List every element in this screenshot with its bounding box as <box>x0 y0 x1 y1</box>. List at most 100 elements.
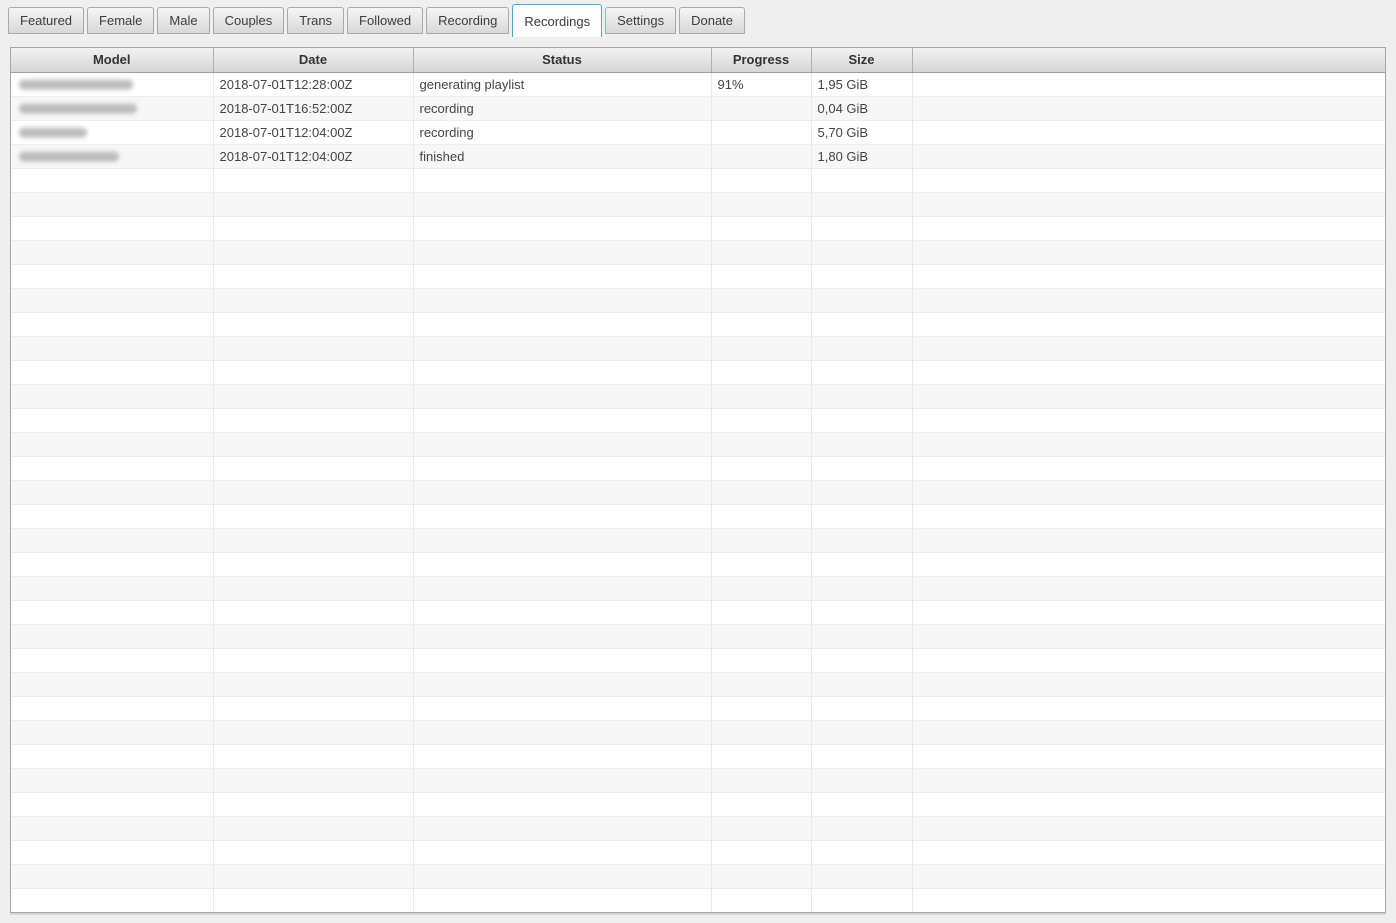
cell-empty <box>213 864 413 888</box>
cell-empty <box>711 192 811 216</box>
cell-progress <box>711 120 811 144</box>
cell-empty <box>213 240 413 264</box>
tab-couples[interactable]: Couples <box>213 7 285 34</box>
cell-empty <box>912 672 1385 696</box>
cell-empty <box>11 240 213 264</box>
cell-empty <box>11 456 213 480</box>
cell-empty <box>11 504 213 528</box>
cell-empty <box>811 168 912 192</box>
cell-empty <box>213 480 413 504</box>
cell-empty <box>11 360 213 384</box>
cell-empty <box>413 312 711 336</box>
cell-empty <box>912 864 1385 888</box>
cell-empty <box>912 192 1385 216</box>
table-row[interactable]: 2018-07-01T16:52:00Zrecording0,04 GiB <box>11 96 1385 120</box>
cell-empty <box>811 720 912 744</box>
cell-empty <box>912 288 1385 312</box>
cell-empty <box>213 768 413 792</box>
tab-trans[interactable]: Trans <box>287 7 344 34</box>
table-row-empty <box>11 552 1385 576</box>
cell-empty <box>413 384 711 408</box>
cell-empty <box>413 480 711 504</box>
cell-empty <box>213 264 413 288</box>
cell-empty <box>711 432 811 456</box>
cell-empty <box>711 240 811 264</box>
table-row[interactable]: 2018-07-01T12:04:00Zfinished1,80 GiB <box>11 144 1385 168</box>
cell-size: 1,80 GiB <box>811 144 912 168</box>
cell-empty <box>213 336 413 360</box>
cell-progress <box>711 96 811 120</box>
redacted-model-name <box>19 103 137 114</box>
cell-empty <box>213 696 413 720</box>
cell-empty <box>213 456 413 480</box>
cell-empty <box>711 600 811 624</box>
tab-recordings[interactable]: Recordings <box>512 4 602 37</box>
cell-empty <box>912 768 1385 792</box>
cell-empty <box>811 624 912 648</box>
cell-empty <box>811 408 912 432</box>
table-row-empty <box>11 216 1385 240</box>
cell-empty <box>213 624 413 648</box>
cell-empty <box>11 168 213 192</box>
cell-empty <box>912 528 1385 552</box>
cell-empty <box>711 672 811 696</box>
tab-label: Recordings <box>524 14 590 29</box>
column-header-status[interactable]: Status <box>413 48 711 72</box>
cell-size: 0,04 GiB <box>811 96 912 120</box>
cell-empty <box>213 816 413 840</box>
column-header-size[interactable]: Size <box>811 48 912 72</box>
cell-empty <box>213 192 413 216</box>
cell-empty <box>912 408 1385 432</box>
cell-empty <box>213 720 413 744</box>
table-row-empty <box>11 240 1385 264</box>
tab-female[interactable]: Female <box>87 7 154 34</box>
table-row[interactable]: 2018-07-01T12:28:00Zgenerating playlist9… <box>11 72 1385 96</box>
cell-empty <box>213 360 413 384</box>
cell-empty <box>711 816 811 840</box>
table-row-empty <box>11 816 1385 840</box>
cell-empty <box>811 336 912 360</box>
cell-empty <box>213 576 413 600</box>
cell-empty <box>413 408 711 432</box>
column-header-model[interactable]: Model <box>11 48 213 72</box>
cell-empty <box>11 336 213 360</box>
cell-empty <box>811 456 912 480</box>
tab-settings[interactable]: Settings <box>605 7 676 34</box>
cell-empty <box>11 216 213 240</box>
cell-empty <box>711 552 811 576</box>
cell-empty <box>413 576 711 600</box>
tab-featured[interactable]: Featured <box>8 7 84 34</box>
cell-empty <box>912 432 1385 456</box>
column-header-progress[interactable]: Progress <box>711 48 811 72</box>
tab-recording[interactable]: Recording <box>426 7 509 34</box>
table-body: 2018-07-01T12:28:00Zgenerating playlist9… <box>11 72 1385 912</box>
cell-empty <box>711 576 811 600</box>
cell-empty <box>11 888 213 912</box>
cell-empty <box>413 336 711 360</box>
column-header-date[interactable]: Date <box>213 48 413 72</box>
tab-label: Donate <box>691 13 733 28</box>
cell-empty <box>811 504 912 528</box>
cell-empty <box>711 336 811 360</box>
cell-empty <box>11 528 213 552</box>
cell-empty <box>11 384 213 408</box>
cell-empty <box>811 264 912 288</box>
cell-model <box>11 144 213 168</box>
cell-empty <box>11 408 213 432</box>
table-row-empty <box>11 696 1385 720</box>
cell-empty <box>711 504 811 528</box>
cell-empty <box>413 840 711 864</box>
cell-empty <box>811 576 912 600</box>
cell-empty <box>811 768 912 792</box>
tab-donate[interactable]: Donate <box>679 7 745 34</box>
table-row[interactable]: 2018-07-01T12:04:00Zrecording5,70 GiB <box>11 120 1385 144</box>
cell-empty <box>711 288 811 312</box>
cell-empty <box>711 480 811 504</box>
cell-empty <box>413 696 711 720</box>
tab-followed[interactable]: Followed <box>347 7 423 34</box>
table-row-empty <box>11 720 1385 744</box>
tab-male[interactable]: Male <box>157 7 209 34</box>
cell-progress: 91% <box>711 72 811 96</box>
table-row-empty <box>11 456 1385 480</box>
table-row-empty <box>11 288 1385 312</box>
